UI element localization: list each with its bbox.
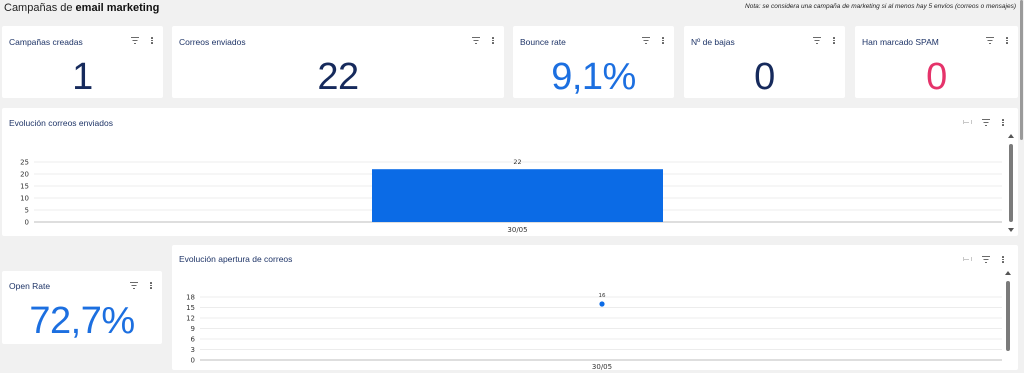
data-label: 16 — [599, 293, 606, 299]
page-scroll-thumb[interactable] — [1020, 0, 1023, 140]
kpi-title-open-rate: Open Rate — [9, 281, 51, 291]
data-label: 22 — [513, 158, 521, 166]
y-tick-label: 25 — [20, 159, 29, 167]
filter-icon[interactable] — [130, 35, 140, 45]
kpi-card-spam: Han marcado SPAM 0 — [855, 26, 1018, 98]
x-tick-label: 30/05 — [592, 363, 612, 370]
kpi-value-spam: 0 — [926, 56, 947, 98]
chart-correos-enviados: 0 5 10 15 20 25 22 30/05 — [20, 158, 1002, 234]
kpi-title-bajas: Nº de bajas — [691, 37, 735, 47]
y-tick-label: 18 — [186, 294, 195, 302]
kpi-title-correos: Correos enviados — [179, 37, 246, 47]
kpi-value-correos: 22 — [317, 56, 359, 98]
y-tick-label: 15 — [186, 304, 195, 312]
kpi-title-bounce: Bounce rate — [520, 37, 566, 47]
scrollbar[interactable] — [1008, 134, 1014, 234]
more-options-icon[interactable] — [491, 35, 494, 45]
page-title-bold: email marketing — [75, 2, 160, 14]
scroll-up-arrow[interactable] — [1008, 134, 1014, 138]
y-tick-label: 0 — [25, 219, 29, 227]
y-tick-label: 10 — [20, 195, 29, 203]
y-tick-label: 9 — [191, 325, 195, 333]
page-title: Campañas de email marketing — [4, 2, 159, 14]
scrollbar[interactable] — [1005, 271, 1011, 363]
y-tick-label: 0 — [191, 357, 195, 365]
more-options-icon[interactable] — [661, 35, 664, 45]
kpi-title-spam: Han marcado SPAM — [862, 37, 939, 47]
kpi-card-correos: Correos enviados 22 — [172, 26, 504, 98]
kpi-card-bajas: Nº de bajas 0 — [684, 26, 845, 98]
scroll-down-arrow[interactable] — [1008, 228, 1014, 232]
chart-apertura-correos: 0 3 6 9 12 15 18 16 30/05 — [186, 293, 1002, 370]
scroll-up-arrow[interactable] — [1005, 271, 1011, 275]
kpi-card-open-rate: Open Rate 72,7% — [2, 271, 162, 344]
y-tick-label: 15 — [20, 183, 29, 191]
more-options-icon[interactable] — [1005, 35, 1008, 45]
more-options-icon[interactable] — [832, 35, 835, 45]
page-scrollbar[interactable] — [1019, 0, 1024, 373]
y-tick-label: 12 — [186, 315, 195, 323]
y-tick-label: 3 — [191, 346, 195, 354]
kpi-card-bounce: Bounce rate 9,1% — [513, 26, 674, 98]
kpi-value-bajas: 0 — [754, 56, 775, 98]
filter-icon[interactable] — [641, 35, 651, 45]
filter-icon[interactable] — [129, 280, 139, 290]
kpi-value-campanas: 1 — [72, 56, 93, 98]
scroll-thumb[interactable] — [1009, 144, 1013, 222]
header-note: Nota: se considera una campaña de market… — [745, 3, 1016, 10]
filter-icon[interactable] — [985, 35, 995, 45]
kpi-card-campanas: Campañas creadas 1 — [2, 26, 163, 98]
kpi-value-open-rate: 72,7% — [29, 300, 135, 342]
filter-icon[interactable] — [812, 35, 822, 45]
page-title-prefix: Campañas de — [4, 2, 76, 14]
kpi-title-campanas: Campañas creadas — [9, 37, 83, 47]
filter-icon[interactable] — [471, 35, 481, 45]
data-point[interactable] — [599, 301, 605, 307]
chart-card-apertura-correos: Evolución apertura de correos 0 3 6 9 12 15 18… — [172, 245, 1018, 370]
more-options-icon[interactable] — [149, 280, 152, 290]
more-options-icon[interactable] — [150, 35, 153, 45]
chart-card-correos-enviados: Evolución correos enviados 0 5 10 15 20 25 22… — [2, 108, 1018, 236]
kpi-value-bounce: 9,1% — [551, 56, 636, 98]
y-tick-label: 5 — [25, 207, 29, 215]
y-tick-label: 20 — [20, 171, 29, 179]
scroll-thumb[interactable] — [1006, 281, 1010, 351]
bar[interactable] — [372, 169, 663, 222]
y-tick-label: 6 — [191, 336, 196, 344]
x-tick-label: 30/05 — [507, 226, 527, 234]
